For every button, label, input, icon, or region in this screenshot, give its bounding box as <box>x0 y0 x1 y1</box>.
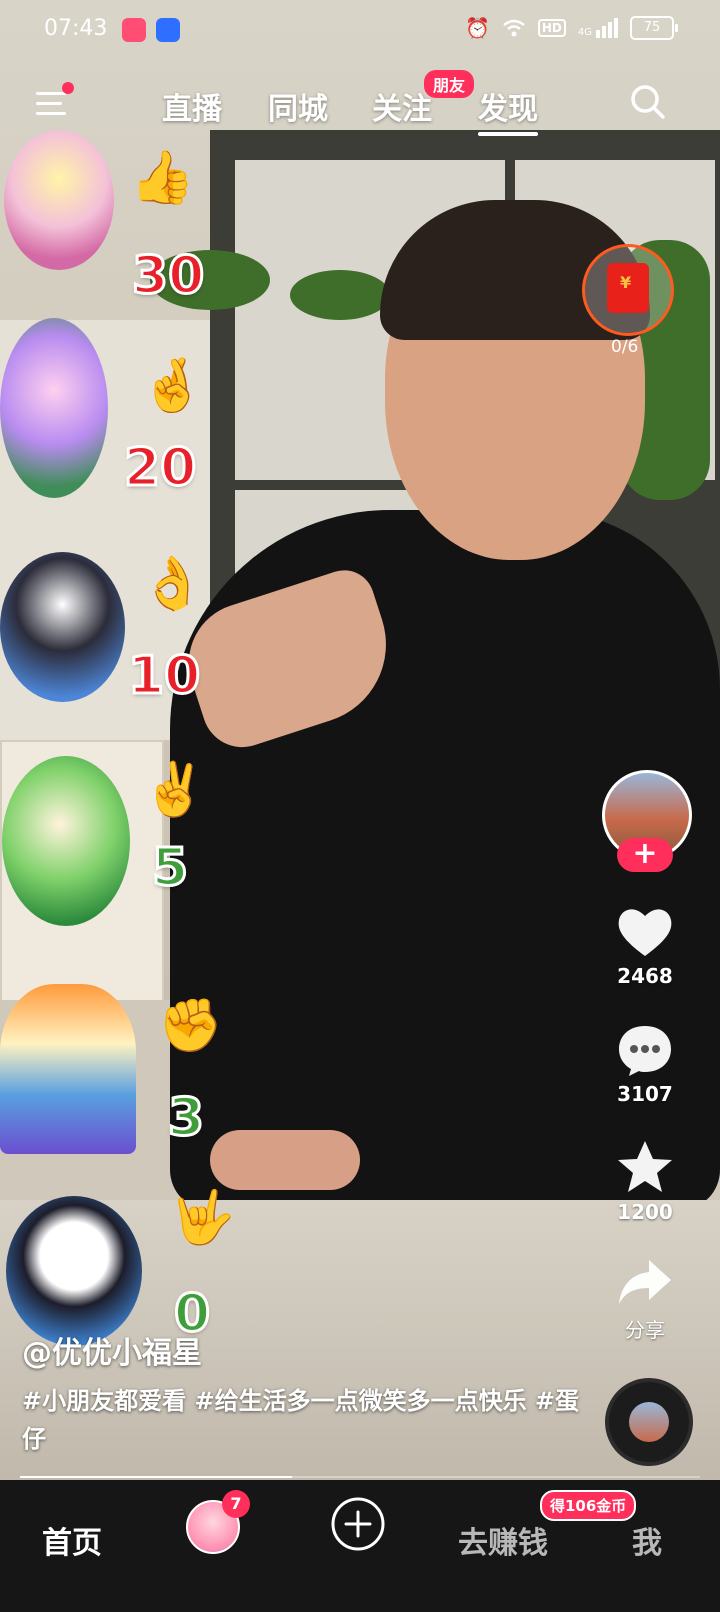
author-name[interactable]: @优优小福星 <box>22 1328 202 1372</box>
alarm-icon: ⏰ <box>464 16 490 40</box>
ok-hand-icon: 👌 <box>140 554 205 614</box>
tab-discover[interactable]: 发现 <box>478 84 538 136</box>
friends-badge: 7 <box>222 1490 250 1518</box>
count-label: 30 <box>130 245 205 308</box>
status-time: 07:43 <box>44 16 108 41</box>
notification-dot <box>62 82 74 94</box>
person-hand <box>210 1130 360 1190</box>
search-icon[interactable] <box>628 82 668 122</box>
red-packet-progress: 0/6 <box>611 337 639 357</box>
mascot-egg <box>0 984 136 1154</box>
battery-icon: 75 <box>630 16 678 40</box>
count-label: 3 <box>166 1087 205 1150</box>
share-label: 分享 <box>625 1318 665 1342</box>
tab-following[interactable]: 关注 <box>372 84 432 128</box>
tab-live[interactable]: 直播 <box>162 84 222 128</box>
mascot-robot <box>6 1196 142 1346</box>
menu-icon <box>36 92 66 95</box>
status-icons: ⏰ HD 4G 75 <box>464 16 678 40</box>
status-bar: 07:43 ⏰ HD 4G 75 <box>0 0 720 64</box>
comment-button[interactable]: 3107 <box>600 1022 690 1106</box>
mascot-dog <box>0 552 125 702</box>
create-button[interactable] <box>330 1496 386 1552</box>
signal-icon: 4G <box>578 18 618 38</box>
favorite-count: 1200 <box>617 1200 673 1224</box>
friend-badge: 朋友 <box>424 70 475 98</box>
menu-icon-line <box>36 102 62 105</box>
like-button[interactable]: 2468 <box>600 904 690 988</box>
video-progress-fill <box>20 1476 292 1478</box>
wifi-icon <box>503 19 525 37</box>
menu-button[interactable] <box>36 82 74 118</box>
count-label: 10 <box>126 645 201 708</box>
network-label: 4G <box>577 27 592 38</box>
star-icon <box>618 1141 672 1192</box>
plant-leaves <box>290 270 390 320</box>
nav-home[interactable]: 首页 <box>42 1518 102 1562</box>
follow-button[interactable]: + <box>617 838 673 872</box>
mascot-rabbit <box>0 318 108 498</box>
music-disc[interactable] <box>605 1378 693 1466</box>
crossed-fingers-icon: 🤞 <box>140 356 205 416</box>
red-envelope-icon <box>607 263 649 313</box>
fist-icon: ✊ <box>158 996 223 1056</box>
like-count: 2468 <box>617 964 673 988</box>
count-label: 5 <box>150 837 189 900</box>
victory-hand-icon: ✌️ <box>142 760 207 820</box>
plus-icon: + <box>632 836 658 871</box>
music-cover <box>629 1402 669 1442</box>
love-you-hand-icon: 🤟 <box>170 1188 235 1248</box>
video-progress-bar[interactable] <box>20 1476 700 1478</box>
nav-me[interactable]: 我 <box>632 1518 662 1562</box>
comment-count: 3107 <box>617 1082 673 1106</box>
share-button[interactable]: 分享 <box>600 1256 690 1343</box>
share-icon <box>619 1260 671 1304</box>
red-packet-button[interactable] <box>582 244 674 336</box>
comment-icon <box>619 1026 671 1076</box>
mascot-melon <box>2 756 130 926</box>
count-label: 20 <box>122 437 197 500</box>
bottom-nav: 首页 7 去赚钱 得106金币 我 <box>0 1480 720 1612</box>
mascot-girl <box>4 130 114 270</box>
app-icon-bilibili <box>122 18 146 42</box>
tab-nearby[interactable]: 同城 <box>268 84 328 128</box>
app-icon-baidu <box>156 18 180 42</box>
video-caption[interactable]: #小朋友都爱看 #给生活多一点微笑多一点快乐 #蛋仔 <box>22 1382 582 1458</box>
earn-coins-badge: 得106金币 <box>540 1490 637 1521</box>
heart-icon <box>618 909 672 956</box>
menu-icon-line <box>36 112 66 115</box>
hd-icon: HD <box>537 19 566 37</box>
nav-earn[interactable]: 去赚钱 <box>458 1518 548 1562</box>
favorite-button[interactable]: 1200 <box>600 1138 690 1224</box>
thumbs-up-icon: 👍 <box>130 148 195 208</box>
